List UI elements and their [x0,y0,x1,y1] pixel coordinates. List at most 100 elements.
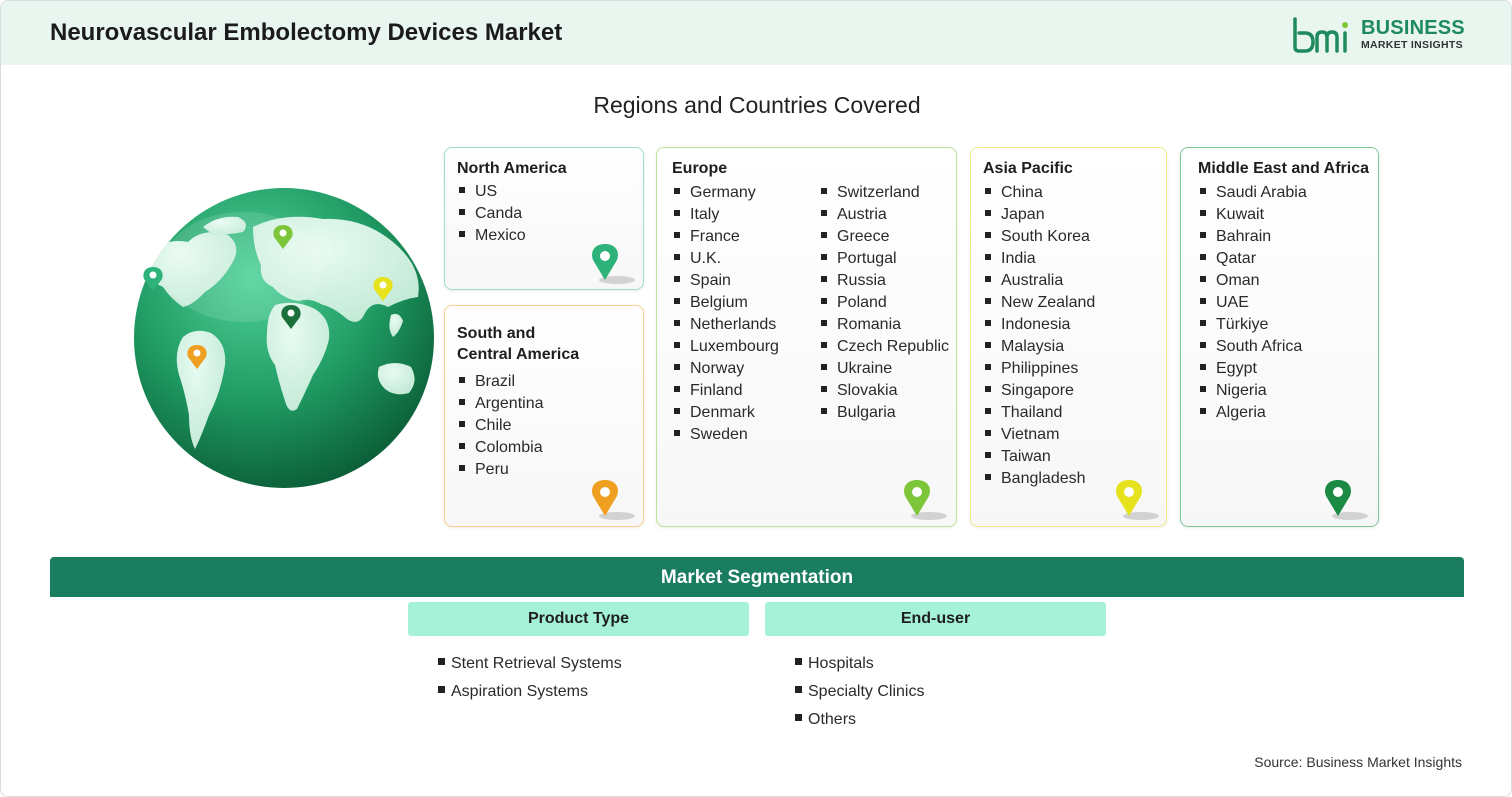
country-item: Australia [985,270,1095,292]
country-list-north-america: US Canda Mexico [459,181,526,247]
country-item: Philippines [985,358,1095,380]
country-item: Indonesia [985,314,1095,336]
country-item: Russia [821,270,949,292]
country-item: Peru [459,459,544,481]
country-item: Canda [459,203,526,225]
country-item: UAE [1200,292,1307,314]
country-item: Taiwan [985,446,1095,468]
segment-item: Hospitals [795,650,924,678]
country-item: South Korea [985,226,1095,248]
region-title-europe: Europe [672,160,728,177]
country-item: Malaysia [985,336,1095,358]
country-item: New Zealand [985,292,1095,314]
company-logo: BUSINESS MARKET INSIGHTS [1291,15,1471,55]
country-item: Oman [1200,270,1307,292]
country-item: Vietnam [985,424,1095,446]
country-item: Greece [821,226,949,248]
country-item: France [674,226,779,248]
country-list-europe-col1: Germany Italy France U.K. Spain Belgium … [674,182,779,446]
country-item: Nigeria [1200,380,1307,402]
country-item: Bulgaria [821,402,949,424]
segment-item: Others [795,706,924,734]
header-bar: Neurovascular Embolectomy Devices Market… [1,1,1511,65]
country-item: Mexico [459,225,526,247]
region-title-south-central-america: South and Central America [457,323,579,365]
region-title-asia-pacific: Asia Pacific [983,160,1073,177]
country-item: Denmark [674,402,779,424]
region-card-south-central-america: South and Central America Brazil Argenti… [444,305,644,527]
country-item: Bangladesh [985,468,1095,490]
country-item: Colombia [459,437,544,459]
country-item: Algeria [1200,402,1307,424]
location-pin-icon [592,244,635,284]
segment-list-end-user: Hospitals Specialty Clinics Others [795,650,924,734]
country-item: Austria [821,204,949,226]
country-item: Italy [674,204,779,226]
country-item: Ukraine [821,358,949,380]
country-item: Thailand [985,402,1095,424]
region-card-middle-east-africa: Middle East and Africa Saudi Arabia Kuwa… [1180,147,1379,527]
region-title-north-america: North America [457,160,567,177]
country-item: Slovakia [821,380,949,402]
source-note: Source: Business Market Insights [1254,754,1462,770]
country-item: Finland [674,380,779,402]
country-item: Czech Republic [821,336,949,358]
country-item: Sweden [674,424,779,446]
segment-header-end-user: End-user [765,602,1106,636]
globe-icon [134,188,434,488]
region-title-line: South and [457,325,536,342]
segmentation-title: Market Segmentation [660,567,854,588]
country-item: Japan [985,204,1095,226]
country-list-south-central-america: Brazil Argentina Chile Colombia Peru [459,371,544,481]
country-item: US [459,181,526,203]
region-title-line: Central America [457,346,580,363]
country-item: Switzerland [821,182,949,204]
country-item: Egypt [1200,358,1307,380]
country-item: India [985,248,1095,270]
country-list-europe-col2: Switzerland Austria Greece Portugal Russ… [821,182,949,424]
country-item: Spain [674,270,779,292]
location-pin-icon [1325,480,1368,520]
country-item: Singapore [985,380,1095,402]
location-pin-icon [904,480,947,520]
country-item: South Africa [1200,336,1307,358]
country-item: Norway [674,358,779,380]
country-item: Brazil [459,371,544,393]
location-pin-icon [1116,480,1159,520]
country-item: Romania [821,314,949,336]
country-item: U.K. [674,248,779,270]
region-card-europe: Europe Germany Italy France U.K. Spain B… [656,147,957,527]
country-item: Belgium [674,292,779,314]
region-card-north-america: North America US Canda Mexico [444,147,644,290]
segment-item: Specialty Clinics [795,678,924,706]
infographic-frame: Neurovascular Embolectomy Devices Market… [0,0,1512,797]
logo-text-market-insights: MARKET INSIGHTS [1361,39,1463,51]
country-item: Bahrain [1200,226,1307,248]
region-title-middle-east-africa: Middle East and Africa [1198,160,1369,177]
region-card-asia-pacific: Asia Pacific China Japan South Korea Ind… [970,147,1167,527]
section-title: Regions and Countries Covered [593,92,921,118]
country-item: Kuwait [1200,204,1307,226]
segmentation-header: Market Segmentation [50,557,1464,597]
country-item: Portugal [821,248,949,270]
country-list-asia-pacific: China Japan South Korea India Australia … [985,182,1095,490]
bmi-logo-icon [1293,17,1348,53]
country-item: Saudi Arabia [1200,182,1307,204]
country-item: China [985,182,1095,204]
country-item: Chile [459,415,544,437]
segment-item: Stent Retrieval Systems [438,650,622,678]
country-item: Qatar [1200,248,1307,270]
country-item: Poland [821,292,949,314]
country-item: Luxembourg [674,336,779,358]
country-item: Argentina [459,393,544,415]
page-title: Neurovascular Embolectomy Devices Market [50,19,563,46]
logo-text-business: BUSINESS [1361,17,1465,39]
country-item: Netherlands [674,314,779,336]
segment-item: Aspiration Systems [438,678,622,706]
country-item: Türkiye [1200,314,1307,336]
location-pin-icon [592,480,635,520]
segment-header-product-type: Product Type [408,602,749,636]
country-list-middle-east-africa: Saudi Arabia Kuwait Bahrain Qatar Oman U… [1200,182,1307,424]
country-item: Germany [674,182,779,204]
segment-list-product-type: Stent Retrieval Systems Aspiration Syste… [438,650,622,706]
